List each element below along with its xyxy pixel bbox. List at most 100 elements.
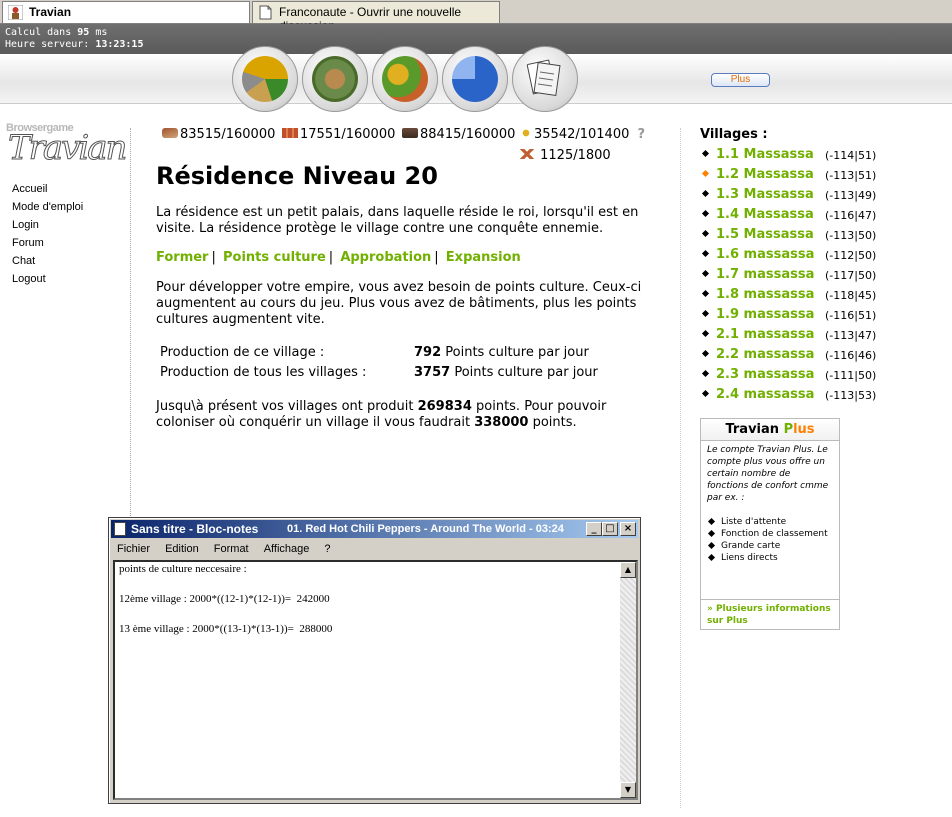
village-name[interactable]: 1.5 Massassa [716,227,814,242]
browser-tab-bar: Travian Franconaute - Ouvrir une nouvell… [0,0,952,33]
scroll-up-icon[interactable]: ▲ [620,562,636,578]
tab-franconaute[interactable]: Franconaute - Ouvrir une nouvelle discus… [252,1,500,33]
plus-feature: Fonction de classement [707,528,833,540]
menu-item-accueil[interactable]: Accueil [12,180,83,198]
village-name[interactable]: 1.3 Massassa [716,187,814,202]
nav-village-overview-button[interactable] [232,46,298,112]
village-name[interactable]: 1.6 massassa [716,247,814,262]
nav-statistics-button[interactable] [442,46,508,112]
bullet-icon [701,329,710,338]
notepad-menubar: Fichier Edition Format Affichage ? [111,539,638,559]
menu-item-mode-emploi[interactable]: Mode d'emploi [12,198,83,216]
village-coords: (-116|46) [825,349,877,362]
notepad-text-area[interactable]: points de culture neccesaire : 12ème vil… [113,560,638,800]
village-name[interactable]: 1.9 massassa [716,307,814,322]
production-label-all: Production de tous les villages : [160,365,367,380]
residence-tabs: Former | Points culture | Approbation | Exp… [156,250,521,265]
now-playing-song: 01. Red Hot Chili Peppers - Around The W… [287,523,564,535]
vertical-scrollbar[interactable]: ▲ ▼ [620,562,636,798]
tab-label: Travian [29,5,72,19]
resource-consumption: 1125/1800 [520,148,611,163]
maximize-button[interactable]: □ [602,522,618,536]
nav-village-center-button[interactable] [302,46,368,112]
village-item[interactable]: 1.4 Massassa [701,207,814,222]
village-item[interactable]: 1.7 massassa [701,267,814,282]
plus-button[interactable]: Plus [711,73,770,87]
bullet-icon [701,369,710,378]
nav-reports-button[interactable] [512,46,578,112]
tab-travian[interactable]: Travian [2,1,250,23]
village-coords: (-113|53) [825,389,877,402]
reports-icon [526,59,561,96]
village-coords: (-116|51) [825,309,877,322]
help-icon[interactable]: ? [638,127,646,142]
village-item[interactable]: 2.1 massassa [701,327,814,342]
production-value-village: 792 Points culture par jour [414,345,589,360]
village-item[interactable]: 1.6 massassa [701,247,814,262]
production-value-all: 3757 Points culture par jour [414,365,598,380]
village-coords: (-113|47) [825,329,877,342]
village-item[interactable]: 2.2 massassa [701,347,814,362]
iron-icon [402,128,418,138]
scroll-down-icon[interactable]: ▼ [620,782,636,798]
village-name[interactable]: 2.2 massassa [716,347,814,362]
page-icon [259,5,272,20]
village-coords: (-113|51) [825,169,877,182]
link-former[interactable]: Former [156,250,208,265]
village-coords: (-113|49) [825,189,877,202]
link-approbation[interactable]: Approbation [340,250,431,265]
village-name[interactable]: 1.2 Massassa [716,167,814,182]
village-item[interactable]: 1.3 Massassa [701,187,814,202]
village-item[interactable]: 1.1 Massassa [701,147,814,162]
menu-item-forum[interactable]: Forum [12,234,83,252]
menu-affichage[interactable]: Affichage [264,543,310,555]
plus-feature: Liste d'attente [707,516,833,528]
village-item[interactable]: 1.8 massassa [701,287,814,302]
link-points-culture[interactable]: Points culture [223,250,326,265]
village-item[interactable]: 1.5 Massassa [701,227,814,242]
link-expansion[interactable]: Expansion [446,250,521,265]
village-item[interactable]: 2.3 massassa [701,367,814,382]
village-name[interactable]: 1.4 Massassa [716,207,814,222]
nav-map-button[interactable] [372,46,438,112]
village-name[interactable]: 1.8 massassa [716,287,814,302]
notepad-window[interactable]: Sans titre - Bloc-notes 01. Red Hot Chil… [108,517,641,804]
resource-clay: 17551/160000 [282,127,395,142]
wood-icon [162,128,178,138]
fields-icon [242,56,288,102]
village-item[interactable]: 1.9 massassa [701,307,814,322]
menu-fichier[interactable]: Fichier [117,543,150,555]
village-name[interactable]: 2.1 massassa [716,327,814,342]
close-button[interactable]: × [620,522,636,536]
village-name[interactable]: 1.7 massassa [716,267,814,282]
village-name[interactable]: 1.1 Massassa [716,147,814,162]
village-name[interactable]: 2.4 massassa [716,387,814,402]
bullet-icon [701,249,710,258]
village-item[interactable]: 1.2 Massassa [701,167,814,182]
residence-description: La résidence est un petit palais, dans l… [156,205,639,236]
menu-help[interactable]: ? [324,543,330,555]
menu-item-logout[interactable]: Logout [12,270,83,288]
village-item[interactable]: 2.4 massassa [701,387,814,402]
left-menu: Accueil Mode d'emploi Login Forum Chat L… [12,180,83,288]
menu-item-chat[interactable]: Chat [12,252,83,270]
bullet-icon [701,209,710,218]
bullet-icon [701,149,710,158]
bullet-icon [701,169,710,178]
village-center-icon [312,56,358,102]
production-label-village: Production de ce village : [160,345,325,360]
minimize-button[interactable]: _ [586,522,602,536]
menu-edition[interactable]: Edition [165,543,199,555]
travian-logo[interactable]: Browsergame Travian [6,120,128,169]
village-name[interactable]: 2.3 massassa [716,367,814,382]
notepad-titlebar[interactable]: Sans titre - Bloc-notes 01. Red Hot Chil… [111,520,638,538]
plus-more-info-link[interactable]: » Plusieurs informations sur Plus [701,599,839,630]
plus-box-body: Le compte Travian Plus. Le compte plus v… [701,441,839,567]
notepad-content[interactable]: points de culture neccesaire : 12ème vil… [119,562,332,637]
village-coords: (-118|45) [825,289,877,302]
village-coords: (-113|50) [825,229,877,242]
bullet-icon [701,289,710,298]
menu-format[interactable]: Format [214,543,249,555]
village-coords: (-114|51) [825,149,877,162]
menu-item-login[interactable]: Login [12,216,83,234]
